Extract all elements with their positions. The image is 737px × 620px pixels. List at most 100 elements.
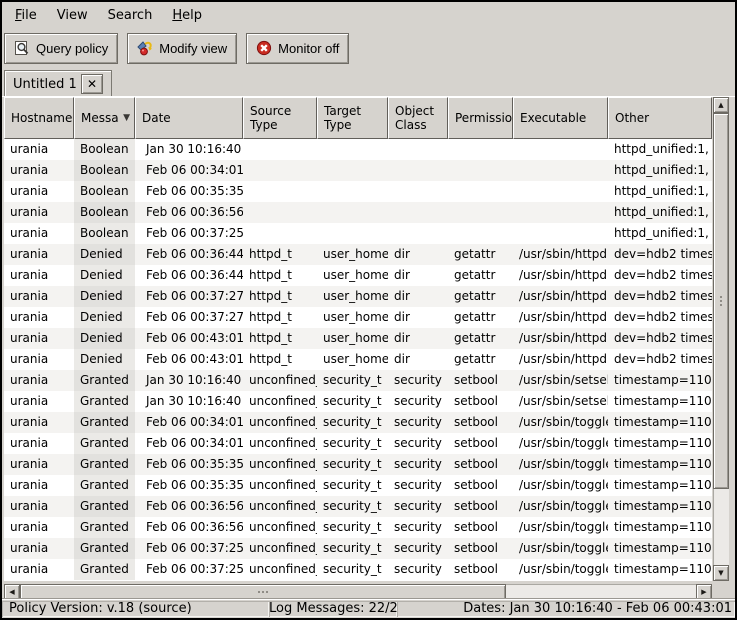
table-row[interactable]: uraniaBooleanFeb 06 00:37:25httpd_unifie…	[4, 223, 712, 244]
cell: dev=hdb2 timesta	[608, 265, 712, 286]
cell: security_t	[317, 517, 388, 538]
table-row[interactable]: uraniaDeniedFeb 06 00:37:27httpd_tuser_h…	[4, 307, 712, 328]
cell: dir	[388, 286, 448, 307]
monitor-off-button[interactable]: Monitor off	[246, 33, 349, 64]
cell: httpd_t	[243, 244, 317, 265]
column-header-hostname[interactable]: Hostname	[4, 97, 74, 139]
cell: security	[388, 412, 448, 433]
column-header-target-type[interactable]: TargetType	[317, 97, 388, 139]
column-header-executable[interactable]: Executable	[513, 97, 608, 139]
table-row[interactable]: uraniaBooleanFeb 06 00:36:56httpd_unifie…	[4, 202, 712, 223]
table-row[interactable]: uraniaDeniedFeb 06 00:43:01httpd_tuser_h…	[4, 349, 712, 370]
cell: /usr/sbin/toggle	[513, 412, 608, 433]
cell: httpd_unified:1, ht	[608, 223, 712, 244]
cell: security	[388, 454, 448, 475]
cell: setbool	[448, 538, 513, 559]
menu-search[interactable]: Search	[98, 3, 163, 28]
vertical-scroll-thumb[interactable]	[713, 113, 729, 489]
horizontal-scrollbar[interactable]: ◀ ▶	[4, 584, 712, 600]
cell: dir	[388, 349, 448, 370]
cell: setbool	[448, 412, 513, 433]
query-policy-button[interactable]: Query policy	[4, 33, 118, 64]
column-header-object-class[interactable]: ObjectClass	[388, 97, 448, 139]
column-header-other[interactable]: Other	[608, 97, 712, 139]
cell: security	[388, 433, 448, 454]
cell: setbool	[448, 475, 513, 496]
table-row[interactable]: uraniaGrantedJan 30 10:16:40unconfined_s…	[4, 370, 712, 391]
table-row[interactable]: uraniaGrantedFeb 06 00:35:35unconfined_s…	[4, 454, 712, 475]
red-stop-x-icon	[256, 40, 272, 56]
cell: timestamp=11076	[608, 517, 712, 538]
cell: security	[388, 370, 448, 391]
column-header-permission[interactable]: Permission	[448, 97, 513, 139]
cell: security_t	[317, 475, 388, 496]
scroll-down-button[interactable]: ▼	[713, 565, 729, 581]
cell: Denied	[74, 286, 135, 307]
menu-help[interactable]: Help	[162, 3, 212, 28]
cell: Granted	[74, 391, 135, 412]
cell: getattr	[448, 328, 513, 349]
tab-untitled-1[interactable]: Untitled 1 ✕	[4, 70, 112, 97]
cell: urania	[4, 307, 74, 328]
cell: Boolean	[74, 202, 135, 223]
table-row[interactable]: uraniaDeniedFeb 06 00:37:27httpd_tuser_h…	[4, 286, 712, 307]
cell: dir	[388, 265, 448, 286]
cell: Granted	[74, 454, 135, 475]
cell: timestamp=11071	[608, 391, 712, 412]
column-header-source-type[interactable]: SourceType	[243, 97, 317, 139]
cell: Feb 06 00:36:44	[135, 244, 243, 265]
scroll-left-button[interactable]: ◀	[4, 584, 20, 600]
table-row[interactable]: uraniaBooleanJan 30 10:16:40httpd_unifie…	[4, 139, 712, 160]
cell: Denied	[74, 349, 135, 370]
table-row[interactable]: uraniaDeniedFeb 06 00:36:44httpd_tuser_h…	[4, 244, 712, 265]
table-row[interactable]: uraniaGrantedJan 30 10:16:40unconfined_s…	[4, 391, 712, 412]
tab-close-button[interactable]: ✕	[81, 74, 103, 94]
cell	[388, 223, 448, 244]
cell	[388, 202, 448, 223]
table-row[interactable]: uraniaBooleanFeb 06 00:34:01httpd_unifie…	[4, 160, 712, 181]
table-row[interactable]: uraniaGrantedFeb 06 00:34:01unconfined_s…	[4, 433, 712, 454]
scroll-up-button[interactable]: ▲	[713, 97, 729, 113]
menu-view[interactable]: View	[47, 3, 98, 28]
arrow-up-icon: ▲	[718, 101, 723, 109]
cell: security_t	[317, 538, 388, 559]
cell: user_home_	[317, 328, 388, 349]
cell: Boolean	[74, 160, 135, 181]
cell: user_home_	[317, 349, 388, 370]
cell: Feb 06 00:37:27	[135, 307, 243, 328]
table-row[interactable]: uraniaGrantedFeb 06 00:36:56unconfined_s…	[4, 517, 712, 538]
cell: urania	[4, 517, 74, 538]
table-row[interactable]: uraniaDeniedFeb 06 00:43:01httpd_tuser_h…	[4, 328, 712, 349]
cell: timestamp=11076	[608, 433, 712, 454]
cell: Feb 06 00:36:44	[135, 265, 243, 286]
column-header-date[interactable]: Date	[135, 97, 243, 139]
cell: httpd_t	[243, 307, 317, 328]
cell: getattr	[448, 265, 513, 286]
cell: Granted	[74, 370, 135, 391]
table-row[interactable]: uraniaGrantedFeb 06 00:35:35unconfined_s…	[4, 475, 712, 496]
menu-file[interactable]: File	[5, 3, 47, 28]
cell: Boolean	[74, 139, 135, 160]
horizontal-scroll-thumb[interactable]	[20, 584, 506, 600]
cell: timestamp=11076	[608, 475, 712, 496]
arrow-down-icon: ▼	[718, 569, 723, 577]
cell	[317, 160, 388, 181]
table-row[interactable]: uraniaGrantedFeb 06 00:37:25unconfined_s…	[4, 559, 712, 580]
vertical-scrollbar[interactable]: ▲ ▼	[713, 97, 729, 581]
table-row[interactable]: uraniaGrantedFeb 06 00:36:56unconfined_s…	[4, 496, 712, 517]
modify-view-button[interactable]: Modify view	[127, 33, 237, 64]
table-row[interactable]: uraniaBooleanFeb 06 00:35:35httpd_unifie…	[4, 181, 712, 202]
cell: setbool	[448, 496, 513, 517]
scroll-right-button[interactable]: ▶	[696, 584, 712, 600]
cell: Feb 06 00:35:35	[135, 475, 243, 496]
cell: urania	[4, 538, 74, 559]
cell: urania	[4, 223, 74, 244]
table-row[interactable]: uraniaGrantedFeb 06 00:37:25unconfined_s…	[4, 538, 712, 559]
cell: Denied	[74, 244, 135, 265]
table-row[interactable]: uraniaGrantedFeb 06 00:34:01unconfined_s…	[4, 412, 712, 433]
cell	[243, 223, 317, 244]
table-row[interactable]: uraniaDeniedFeb 06 00:36:44httpd_tuser_h…	[4, 265, 712, 286]
column-header-messa[interactable]: Messa▼	[74, 97, 135, 139]
cell: /usr/sbin/toggle	[513, 559, 608, 580]
cell: timestamp=11076	[608, 496, 712, 517]
